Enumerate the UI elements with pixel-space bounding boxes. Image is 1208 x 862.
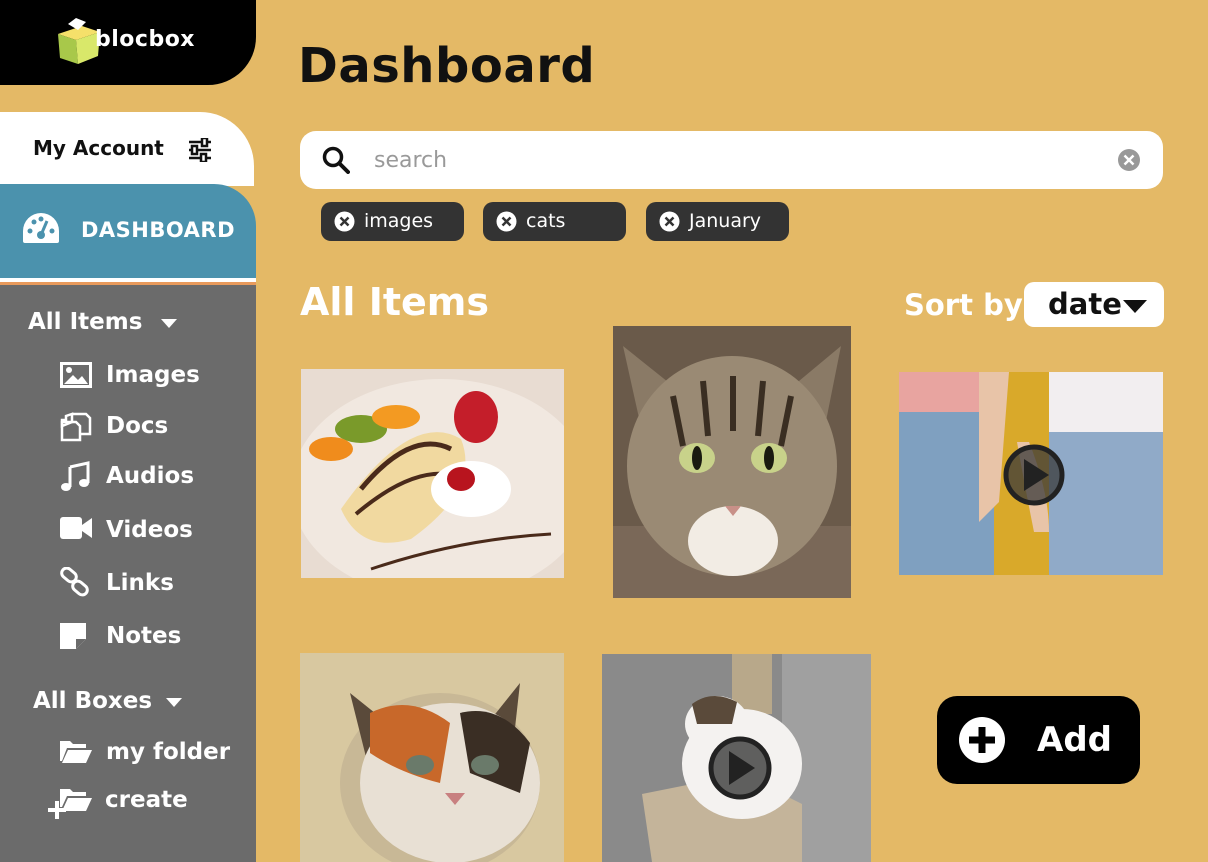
kitten-photo	[300, 653, 564, 862]
item-thumbnail-dessert[interactable]	[301, 369, 564, 578]
search-input[interactable]	[374, 141, 1094, 179]
plus-circle-icon	[959, 717, 1005, 763]
filter-label: images	[364, 210, 434, 232]
item-thumbnail-video-white-cat[interactable]	[602, 654, 871, 862]
dessert-photo	[301, 369, 564, 578]
sort-value: date	[1048, 287, 1122, 321]
search-bar	[300, 131, 1163, 189]
link-icon	[60, 567, 89, 597]
sidebar-item-docs[interactable]: Docs	[106, 413, 168, 439]
note-icon	[60, 623, 86, 649]
my-account-button[interactable]: My Account	[0, 112, 254, 186]
remove-filter-icon[interactable]	[334, 211, 355, 232]
chevron-down-icon	[1123, 300, 1147, 313]
white-cat-video-photo	[602, 654, 871, 862]
remove-filter-icon[interactable]	[496, 211, 517, 232]
filter-label: January	[689, 210, 762, 232]
folder-add-icon	[48, 789, 92, 819]
logo-text: blocbox	[95, 27, 195, 52]
remove-filter-icon[interactable]	[659, 211, 680, 232]
image-icon	[60, 362, 92, 388]
sidebar-item-videos[interactable]: Videos	[106, 517, 193, 543]
filter-chip-images: images	[321, 202, 464, 241]
dashboard-label: DASHBOARD	[81, 218, 236, 242]
chevron-down-icon[interactable]	[161, 319, 177, 328]
item-thumbnail-kitten[interactable]	[300, 653, 564, 862]
sidebar-item-images[interactable]: Images	[106, 362, 200, 388]
settings-sliders-icon[interactable]	[188, 138, 212, 162]
tabby-cat-photo	[613, 326, 851, 598]
sidebar-item-dashboard[interactable]: DASHBOARD	[0, 184, 256, 278]
couple-video-photo	[899, 372, 1163, 575]
filter-chip-january: January	[646, 202, 789, 241]
account-label: My Account	[33, 136, 164, 160]
logo-bar: blocbox	[0, 0, 256, 85]
sidebar-item-audios[interactable]: Audios	[106, 463, 194, 489]
chevron-down-icon[interactable]	[166, 698, 182, 707]
page-title: Dashboard	[298, 38, 596, 94]
sidebar: blocbox My Account DASHBOARD All Items I…	[0, 0, 256, 862]
sort-label: Sort by	[904, 288, 1023, 322]
dashboard-gauge-icon	[23, 213, 59, 243]
video-camera-icon	[60, 517, 92, 539]
sort-select[interactable]: date	[1024, 282, 1164, 327]
all-items-toggle[interactable]: All Items	[28, 309, 142, 335]
all-boxes-toggle[interactable]: All Boxes	[33, 688, 152, 714]
sidebar-nav: All Items Images Docs Audios Videos Link…	[0, 285, 256, 862]
sidebar-item-create[interactable]: create	[105, 787, 188, 813]
item-thumbnail-tabby-cat[interactable]	[613, 326, 851, 598]
filter-label: cats	[526, 210, 566, 232]
docs-icon	[60, 412, 92, 442]
filter-chip-cats: cats	[483, 202, 626, 241]
music-note-icon	[61, 461, 90, 491]
add-button[interactable]: Add	[937, 696, 1140, 784]
clear-search-icon[interactable]	[1117, 148, 1141, 172]
sidebar-item-links[interactable]: Links	[106, 570, 174, 596]
folder-open-icon	[60, 741, 92, 763]
sidebar-item-notes[interactable]: Notes	[106, 623, 181, 649]
add-label: Add	[1037, 720, 1112, 760]
search-icon	[322, 146, 350, 174]
item-thumbnail-video-couple[interactable]	[899, 372, 1163, 575]
section-title: All Items	[300, 280, 489, 324]
sidebar-item-my-folder[interactable]: my folder	[106, 739, 230, 765]
